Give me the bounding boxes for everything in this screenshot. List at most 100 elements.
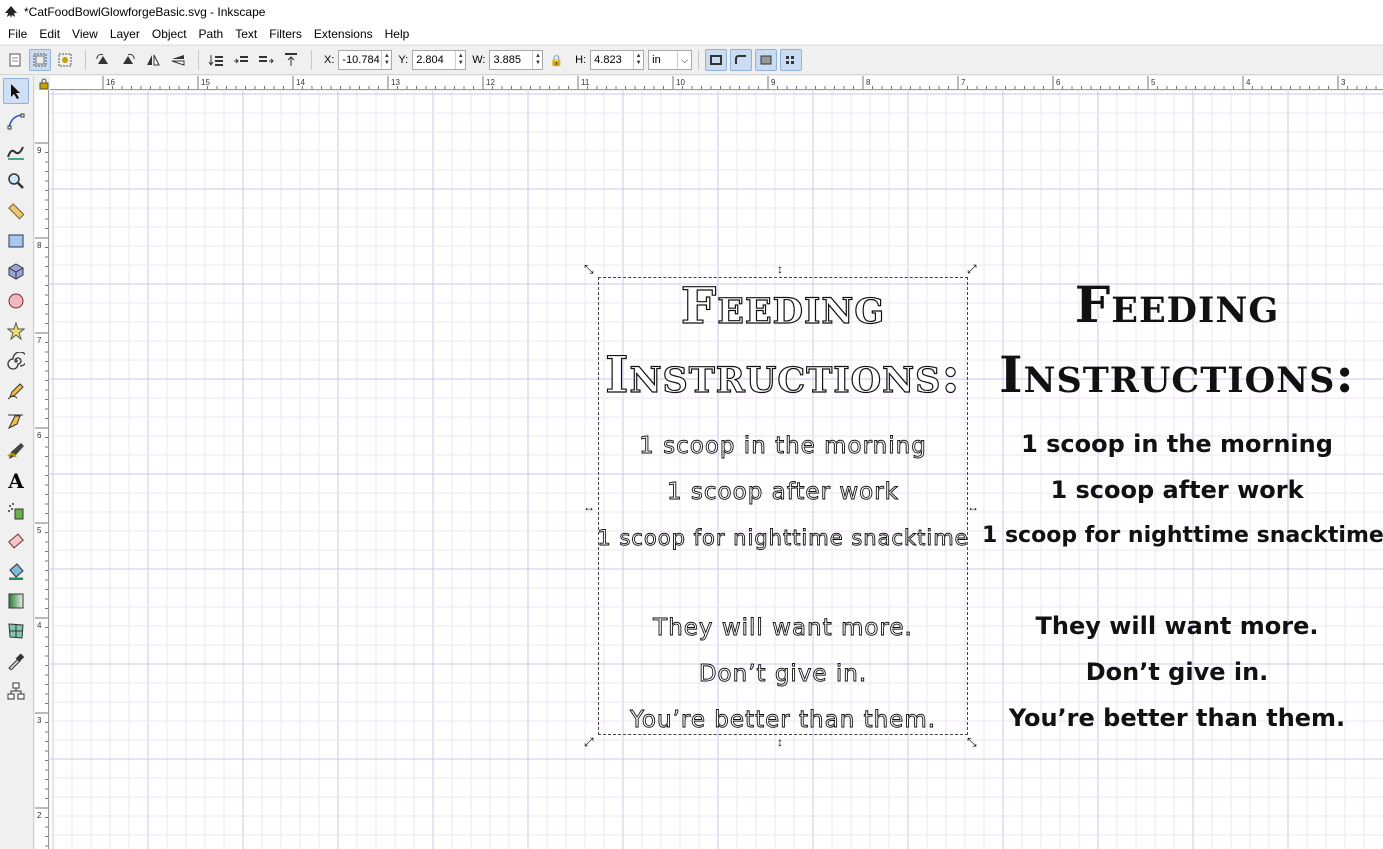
menu-layer[interactable]: Layer — [104, 24, 146, 44]
star-tool[interactable] — [3, 318, 29, 344]
zoom-tool[interactable] — [3, 168, 29, 194]
deselect-icon — [58, 53, 72, 67]
dropper-icon — [8, 653, 25, 670]
node-tool[interactable] — [3, 108, 29, 134]
menu-text[interactable]: Text — [229, 24, 263, 44]
x-spin-arrows[interactable]: ▲ ▼ — [381, 51, 391, 69]
menu-filters[interactable]: Filters — [263, 24, 308, 44]
scale-handle-top-right-icon[interactable]: ⤢ — [967, 263, 977, 275]
gradient-tool[interactable] — [3, 588, 29, 614]
raise-to-top-button[interactable] — [280, 49, 302, 71]
zoom-icon — [8, 173, 24, 189]
w-spin-arrows[interactable]: ▲ ▼ — [532, 51, 542, 69]
flip-horizontal-button[interactable] — [142, 49, 164, 71]
menu-edit[interactable]: Edit — [33, 24, 66, 44]
rectangle-tool[interactable] — [3, 228, 29, 254]
mesh-tool[interactable] — [3, 618, 29, 644]
w-input[interactable] — [490, 51, 533, 69]
lock-ratio-icon[interactable]: 🔒 — [549, 54, 563, 67]
solid-footer: Don’t give in. — [1085, 658, 1269, 686]
lower-to-bottom-button[interactable] — [205, 49, 227, 71]
selector-tool[interactable] — [3, 78, 29, 104]
outline-text-group[interactable]: Feeding Instructions: 1 scoop in the mor… — [588, 275, 978, 743]
rotate-ccw-button[interactable] — [92, 49, 114, 71]
hruler-label: 5 — [1151, 78, 1156, 87]
menu-help[interactable]: Help — [379, 24, 416, 44]
x-label: X: — [324, 54, 335, 66]
select-all-layers-button[interactable] — [29, 49, 51, 71]
3dbox-icon — [8, 263, 24, 280]
rotate-cw-button[interactable] — [117, 49, 139, 71]
x-input[interactable] — [339, 51, 382, 69]
pencil-tool[interactable] — [3, 378, 29, 404]
h-spinbox: ▲▼ — [590, 50, 645, 70]
hruler-label: 9 — [771, 78, 776, 87]
menu-file[interactable]: File — [2, 24, 33, 44]
y-spin-arrows[interactable]: ▲ ▼ — [455, 51, 465, 69]
paint-bucket-tool[interactable] — [3, 558, 29, 584]
h-spin-arrows[interactable]: ▲ ▼ — [633, 51, 643, 69]
menu-path[interactable]: Path — [193, 24, 230, 44]
menu-view[interactable]: View — [66, 24, 104, 44]
calligraphy-tool[interactable] — [3, 438, 29, 464]
3dbox-tool[interactable] — [3, 258, 29, 284]
tweak-icon — [7, 146, 24, 160]
rotate-ccw-icon — [96, 53, 108, 64]
flip-vertical-icon — [171, 55, 185, 66]
spiral-tool[interactable] — [3, 348, 29, 374]
solid-line: 1 scoop in the morning — [1021, 430, 1333, 458]
hruler-label: 13 — [391, 78, 400, 87]
y-spinbox: ▲▼ — [412, 50, 467, 70]
menu-extensions[interactable]: Extensions — [308, 24, 379, 44]
spin-up-icon: ▲ — [534, 53, 541, 59]
solid-text-group[interactable]: Feeding Instructions: 1 scoop in the mor… — [982, 273, 1383, 741]
vertical-ruler[interactable]: 9 8 7 6 5 4 3 2 — [35, 90, 49, 849]
vruler-label: 8 — [37, 241, 42, 250]
tool-controls-bar: X: ▲▼ Y: ▲▼ W: ▲▼ 🔒 H: ▲▼ in ⌵ — [0, 45, 1383, 75]
hruler-label: 16 — [106, 78, 115, 87]
text-tool[interactable]: A — [3, 468, 29, 494]
move-patterns-button[interactable] — [780, 49, 803, 71]
select-all-button[interactable] — [4, 49, 26, 71]
mesh-icon — [8, 623, 24, 639]
dropper-tool[interactable] — [3, 648, 29, 674]
paint-bucket-icon — [9, 563, 24, 580]
solid-spacer — [982, 559, 1372, 603]
flip-horizontal-icon — [147, 54, 160, 66]
w-label: W: — [472, 54, 486, 66]
drawing-canvas[interactable]: ⤡ ↕ ⤢ ↔ ↔ ⤢ ↕ ⤡ Feeding Instructions: 1 … — [50, 91, 1383, 849]
menu-object[interactable]: Object — [146, 24, 193, 44]
spray-tool[interactable] — [3, 498, 29, 524]
scale-corners-button[interactable] — [730, 49, 753, 71]
move-gradients-button[interactable] — [755, 49, 778, 71]
hruler-label: 6 — [1056, 78, 1061, 87]
ellipse-tool[interactable] — [3, 288, 29, 314]
y-input[interactable] — [413, 51, 456, 69]
pen-tool[interactable] — [3, 408, 29, 434]
connector-tool[interactable] — [3, 678, 29, 704]
spin-up-icon: ▲ — [457, 53, 464, 59]
window-title: *CatFoodBowlGlowforgeBasic.svg - Inkscap… — [24, 5, 266, 19]
unit-select[interactable]: in ⌵ — [648, 50, 693, 70]
flip-vertical-button[interactable] — [167, 49, 189, 71]
text-icon: A — [8, 469, 24, 493]
eraser-tool[interactable] — [3, 528, 29, 554]
hruler-label: 10 — [676, 78, 685, 87]
chevron-down-icon: ⌵ — [677, 51, 691, 69]
calligraphy-icon — [7, 443, 24, 459]
outline-footer: They will want more. — [653, 615, 913, 642]
spin-down-icon: ▼ — [383, 60, 390, 66]
scale-handle-top-left-icon[interactable]: ⤡ — [584, 263, 594, 275]
lower-button[interactable] — [230, 49, 252, 71]
connector-icon — [7, 682, 25, 700]
measure-tool[interactable] — [3, 198, 29, 224]
scale-handle-top-icon[interactable]: ↕ — [777, 263, 783, 275]
vruler-label: 3 — [37, 716, 42, 725]
raise-button[interactable] — [255, 49, 277, 71]
scale-stroke-button[interactable] — [705, 49, 728, 71]
deselect-button[interactable] — [54, 49, 76, 71]
solid-footer: You’re better than them. — [1008, 704, 1346, 732]
h-input[interactable] — [591, 51, 634, 69]
tweak-tool[interactable] — [3, 138, 29, 164]
horizontal-ruler[interactable]: 16 15 14 13 12 11 10 9 8 7 6 5 4 3 — [50, 76, 1383, 90]
